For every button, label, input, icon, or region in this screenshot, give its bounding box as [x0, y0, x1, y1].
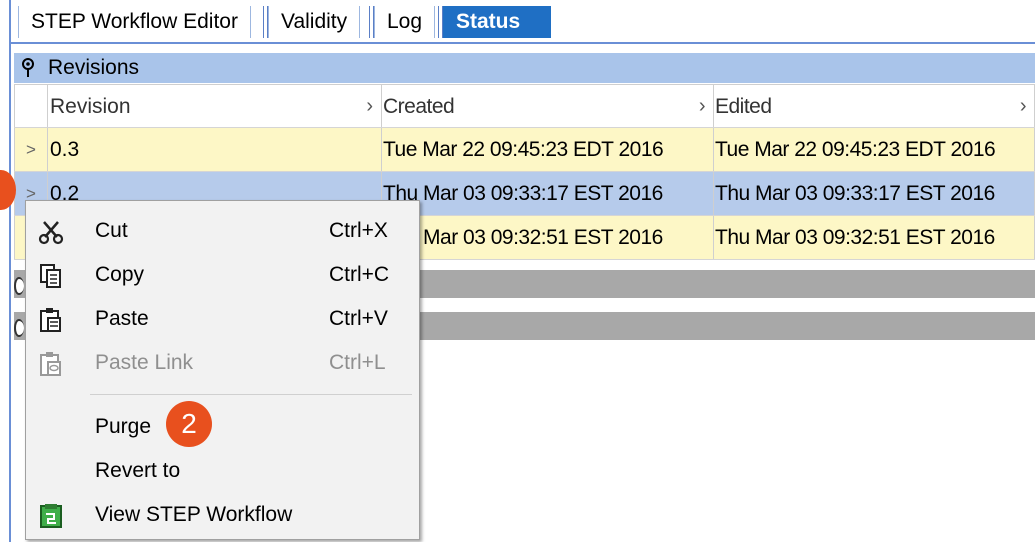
menu-item-copy[interactable]: Copy Ctrl+C: [26, 253, 419, 297]
edited-cell: Tue Mar 22 09:45:23 EDT 2016: [714, 128, 1035, 171]
menu-separator: [90, 394, 412, 395]
menu-item-label: Purge: [95, 415, 152, 438]
menu-item-label: Paste Link: [95, 351, 194, 374]
tab-label: Validity: [281, 10, 348, 33]
table-row[interactable]: > 0.3 Tue Mar 22 09:45:23 EDT 2016 Tue M…: [14, 128, 1035, 172]
menu-item-cut[interactable]: Cut Ctrl+X: [26, 209, 419, 253]
copy-icon: [40, 264, 61, 288]
chevron-right-icon[interactable]: ›: [1020, 85, 1027, 127]
menu-item-shortcut: Ctrl+V: [329, 307, 388, 330]
column-header-edited[interactable]: Edited ›: [714, 84, 1035, 127]
menu-item-label: View STEP Workflow: [95, 503, 293, 526]
tab-separator: [263, 6, 268, 38]
window-left-border: [9, 0, 11, 542]
menu-item-label: Copy: [95, 263, 145, 286]
column-header-label: Revision: [50, 95, 131, 118]
menu-item-paste-link[interactable]: Paste Link Ctrl+L: [26, 341, 419, 385]
tab-label: Status: [456, 10, 521, 33]
section-toggle-icon[interactable]: [14, 319, 24, 337]
menu-item-shortcut: Ctrl+X: [329, 219, 388, 242]
column-header-label: Edited: [715, 95, 772, 118]
menu-item-shortcut: Ctrl+C: [329, 263, 390, 286]
tab-log[interactable]: Log: [369, 6, 436, 38]
revision-cell: 0.3: [48, 128, 382, 171]
menu-item-label: Cut: [95, 219, 128, 242]
column-header-revision[interactable]: Revision ›: [48, 84, 382, 127]
tab-label: Log: [387, 10, 423, 33]
tab-label: STEP Workflow Editor: [31, 10, 238, 33]
menu-item-label: Paste: [95, 307, 149, 330]
edited-cell: Thu Mar 03 09:32:51 EST 2016: [714, 216, 1035, 259]
section-toggle-icon[interactable]: [14, 277, 24, 295]
menu-item-purge[interactable]: Purge: [26, 405, 419, 449]
menu-item-paste[interactable]: Paste Ctrl+V: [26, 297, 419, 341]
tab-bar: STEP Workflow Editor Validity Log Status: [10, 0, 1035, 44]
column-header-created[interactable]: Created ›: [382, 84, 714, 127]
pin-icon[interactable]: [20, 57, 36, 79]
tab-separator: [438, 6, 443, 38]
revisions-panel-header[interactable]: Revisions: [14, 53, 1035, 83]
scissors-icon: [38, 221, 64, 245]
paste-icon: [40, 308, 61, 332]
tab-separator: [369, 6, 374, 38]
created-cell: Tue Mar 22 09:45:23 EDT 2016: [382, 128, 714, 171]
row-gutter: [14, 84, 48, 127]
step-callout-2: 2: [166, 401, 212, 447]
panel-title: Revisions: [48, 56, 140, 79]
tab-validity[interactable]: Validity: [263, 6, 361, 38]
tab-status[interactable]: Status: [438, 6, 551, 38]
menu-item-label: Revert to: [95, 459, 181, 482]
table-header-row: Revision › Created › Edited ›: [14, 84, 1035, 128]
chevron-right-icon[interactable]: ›: [366, 85, 373, 127]
menu-item-shortcut: Ctrl+L: [329, 351, 386, 374]
paste-link-icon: [40, 352, 61, 376]
chevron-right-icon[interactable]: ›: [699, 85, 706, 127]
created-cell: Thu Mar 03 09:33:17 EST 2016: [382, 172, 714, 215]
tab-bar-underline: [10, 42, 1035, 44]
created-cell: Thu Mar 03 09:32:51 EST 2016: [382, 216, 714, 259]
menu-item-view-step-workflow[interactable]: View STEP Workflow: [26, 493, 419, 537]
edited-cell: Thu Mar 03 09:33:17 EST 2016: [714, 172, 1035, 215]
menu-item-revert-to[interactable]: Revert to: [26, 449, 419, 493]
row-expand-icon[interactable]: >: [14, 128, 48, 171]
column-header-label: Created: [383, 95, 455, 118]
context-menu: Cut Ctrl+X Copy Ctrl+C Paste Ctrl+V Past…: [25, 200, 420, 540]
workflow-icon: [40, 504, 62, 528]
tab-step-workflow-editor[interactable]: STEP Workflow Editor: [18, 6, 251, 38]
